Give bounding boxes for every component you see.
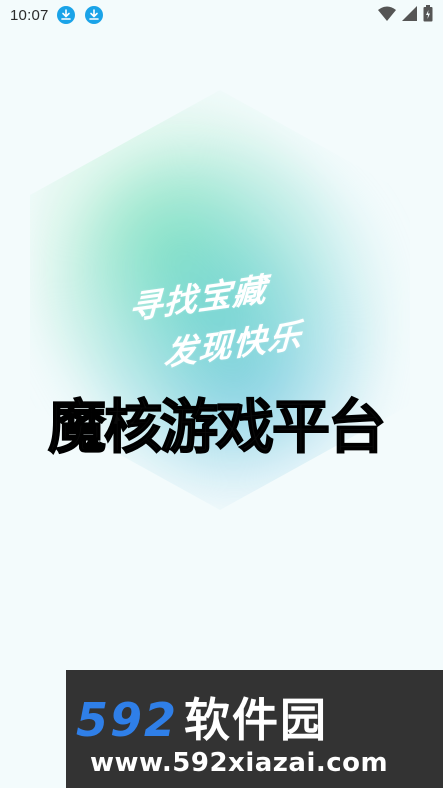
splash-screen: 10:07 寻找宝藏 发现快乐 魔核游戏平台 592 软件园 www.592xia… (0, 0, 443, 788)
status-bar: 10:07 (0, 0, 443, 30)
status-time: 10:07 (10, 6, 49, 24)
watermark-url: www.592xiazai.com (90, 748, 389, 778)
signal-icon (402, 6, 417, 25)
watermark-brand-number: 592 (76, 693, 179, 747)
watermark-banner: 592 软件园 www.592xiazai.com (66, 670, 443, 788)
download-icon (56, 6, 75, 24)
wifi-icon (378, 6, 396, 26)
watermark-brand: 592 软件园 (76, 684, 328, 750)
battery-icon (423, 5, 433, 26)
watermark-brand-text: 软件园 (184, 693, 329, 747)
download-icon (84, 6, 103, 24)
status-icons (378, 5, 433, 26)
app-title: 魔核游戏平台 (47, 392, 387, 462)
